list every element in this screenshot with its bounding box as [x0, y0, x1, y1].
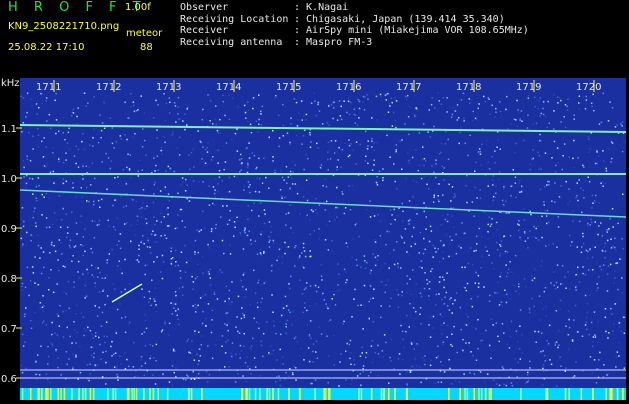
unit-label: kHz [1, 78, 20, 89]
time-tick-label: 1716 [336, 82, 361, 93]
bottom-bar [20, 388, 626, 400]
time-tick-label: 1712 [96, 82, 121, 93]
info-row-receiver: Receiver: AirSpy mini (Miakejima VOR 108… [180, 25, 529, 36]
freq-tick-label: 1.0 [1, 174, 17, 185]
info-row-location: Receiving Location: Chigasaki, Japan (13… [180, 13, 505, 25]
info-row-antenna: Receiving antenna: Maspro FM-3 [180, 36, 373, 48]
freq-tick-label: 0.6 [1, 374, 17, 385]
meteor-label: meteor [126, 28, 163, 39]
spectrogram-svg: kHz 1.1 1.0 0.9 0.8 0.7 0.6 1711 1712 17… [0, 78, 629, 400]
freq-tick-label: 0.7 [1, 324, 17, 335]
meteor-count: 88 [140, 42, 153, 53]
info-row-observer: Observer: K.Nagai [180, 2, 349, 13]
time-tick-label: 1714 [216, 82, 241, 93]
time-tick-label: 1713 [156, 82, 181, 93]
header: H R O F F T 1.00f KN9_2508221710.png 25.… [0, 0, 629, 78]
time-tick-label: 1715 [276, 82, 301, 93]
time-tick-label: 1711 [36, 82, 61, 93]
date-time: 25.08.22 17:10 [8, 42, 85, 53]
app-version: 1.00f [125, 2, 151, 13]
station-info: Observer: K.Nagai Receiving Location: Ch… [180, 2, 529, 48]
time-tick-label: 1718 [456, 82, 481, 93]
freq-tick-label: 1.1 [1, 124, 17, 135]
time-tick-label: 1717 [396, 82, 421, 93]
spectrogram: kHz 1.1 1.0 0.9 0.8 0.7 0.6 1711 1712 17… [0, 78, 629, 400]
time-tick-label: 1719 [516, 82, 541, 93]
freq-tick-label: 0.8 [1, 274, 17, 285]
file-name: KN9_2508221710.png [8, 21, 120, 32]
time-tick-label: 1720 [576, 82, 601, 93]
freq-tick-label: 0.9 [1, 224, 17, 235]
